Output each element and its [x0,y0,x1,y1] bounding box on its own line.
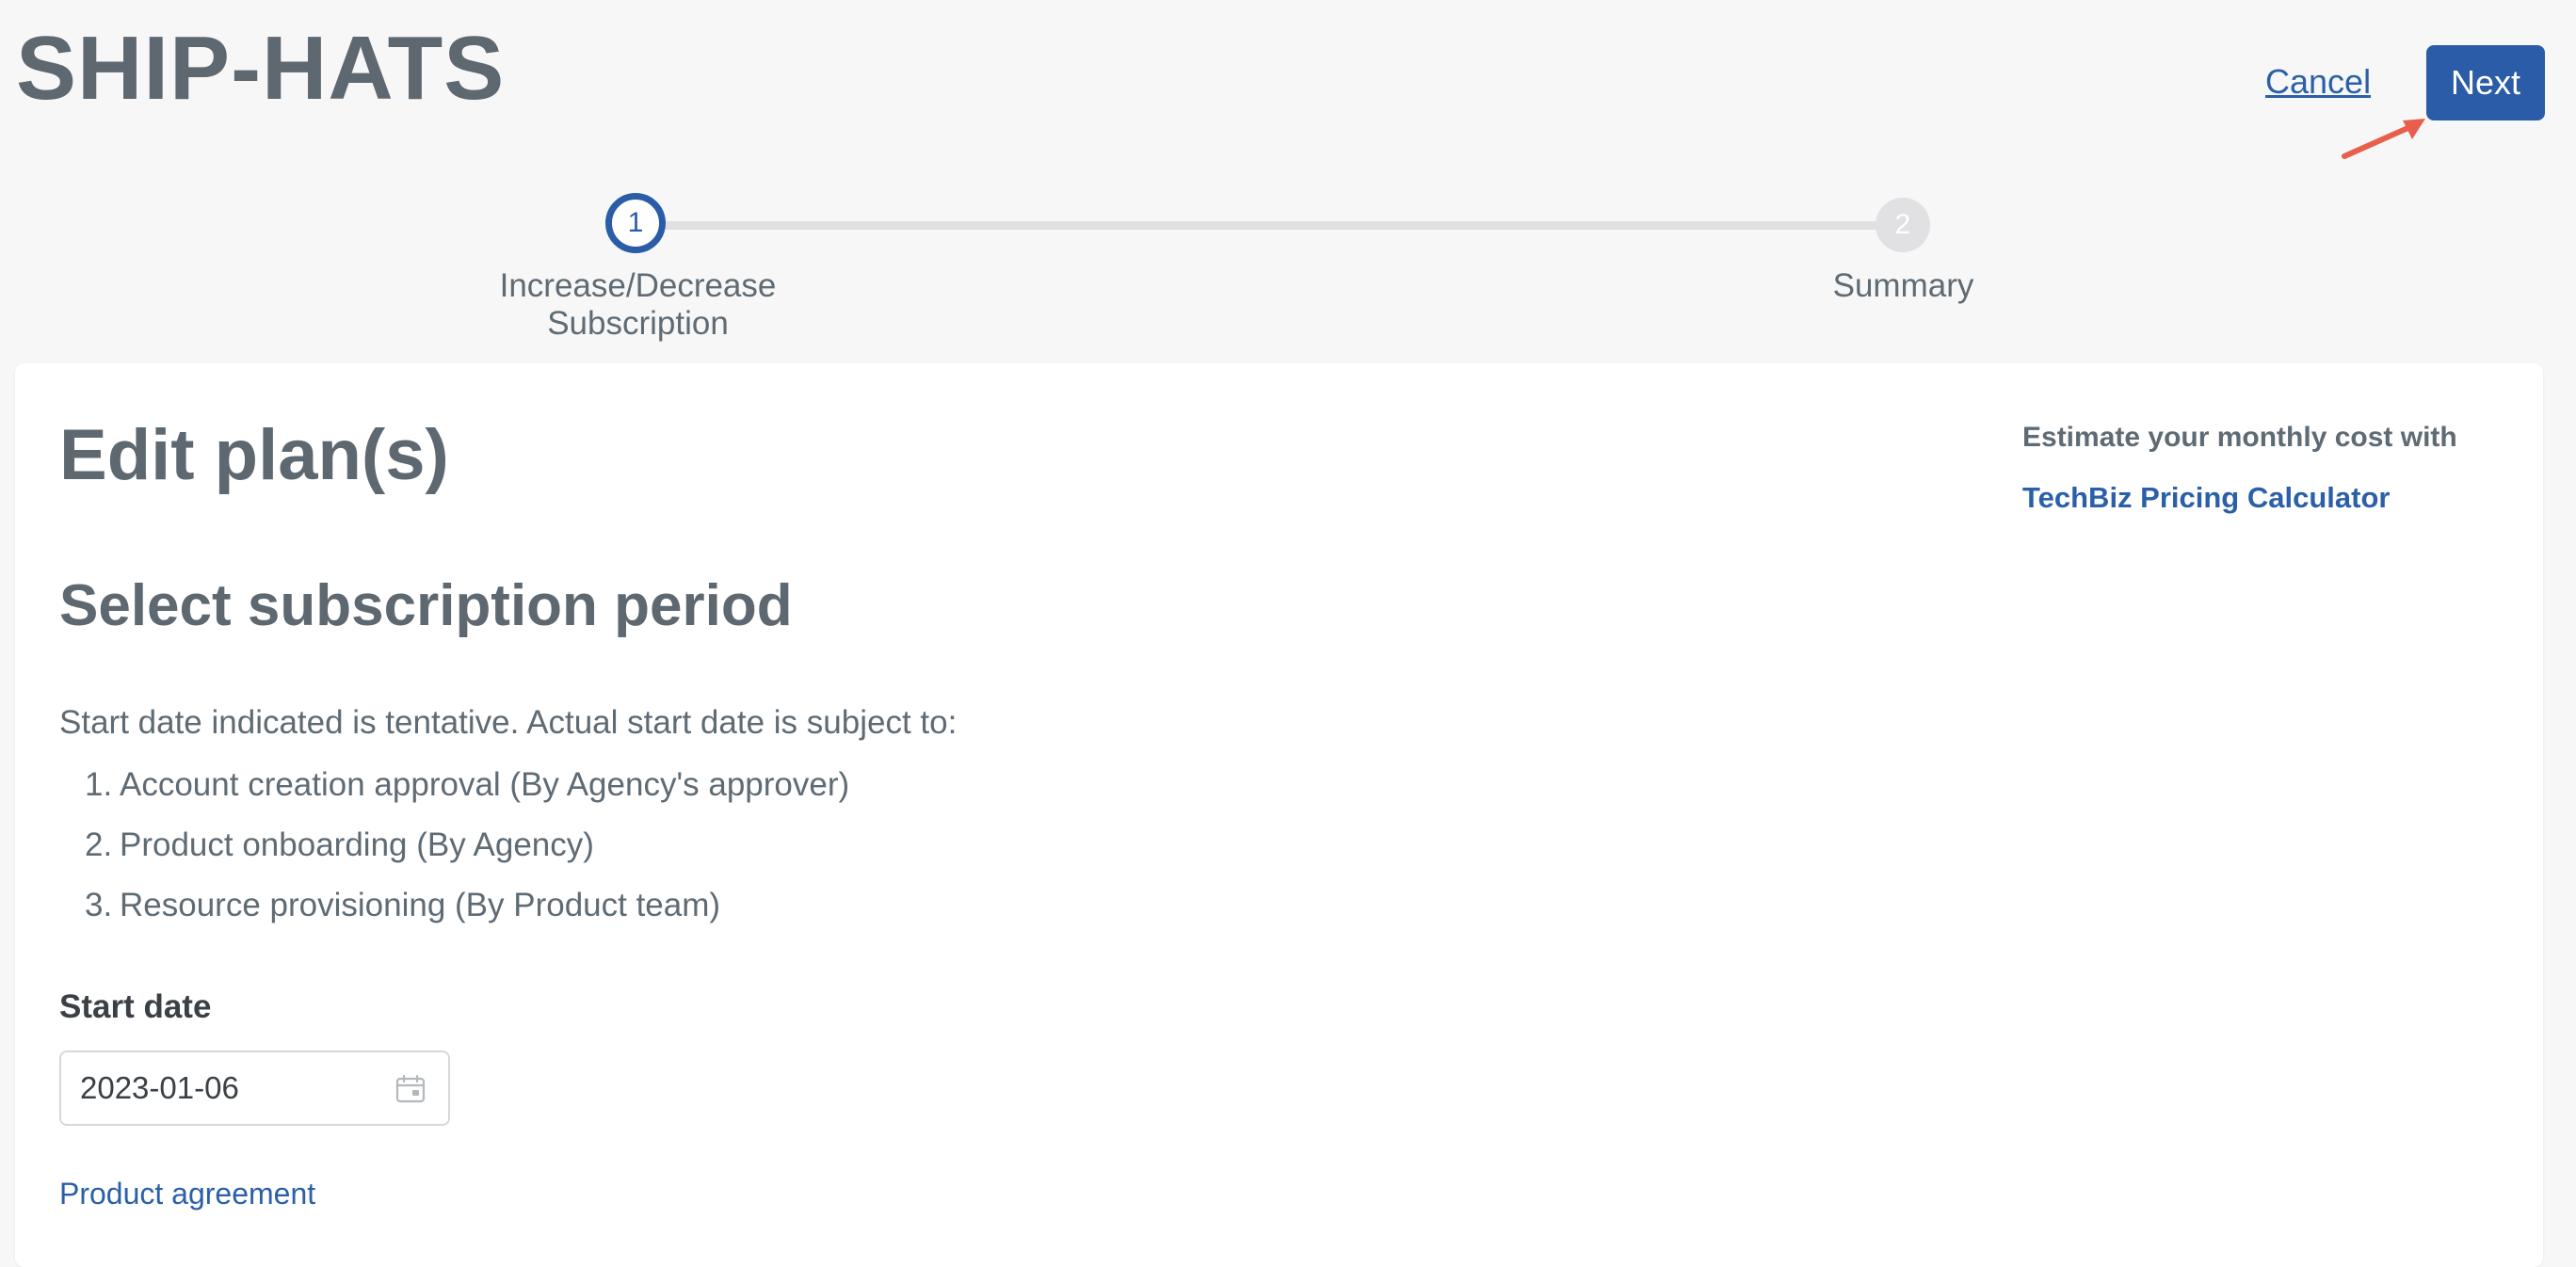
conditions-list: 1. Account creation approval (By Agency's… [85,764,849,945]
section-title: Select subscription period [59,573,793,638]
step-indicator-1: 1 [605,193,666,253]
list-item: 2. Product onboarding (By Agency) [85,825,849,885]
calendar-icon[interactable] [395,1075,426,1103]
step-label-1: Increase/Decrease Subscription [499,267,777,342]
step-label-2: Summary [1832,267,1974,304]
list-item-text: Account creation approval (By Agency's a… [120,766,850,803]
list-item-number: 2. [85,826,113,863]
list-item-number: 3. [85,887,113,923]
list-item: 3. Resource provisioning (By Product team… [85,885,849,945]
list-item-text: Resource provisioning (By Product team) [120,887,721,923]
list-item: 1. Account creation approval (By Agency's… [85,764,849,825]
step-indicator-2: 2 [1876,198,1930,252]
stepper-track [638,221,1903,230]
step-number-2: 2 [1894,209,1911,240]
next-button[interactable]: Next [2426,45,2545,120]
pricing-calculator-link[interactable]: TechBiz Pricing Calculator [2022,481,2390,515]
product-agreement-link[interactable]: Product agreement [59,1177,315,1211]
list-item-text: Product onboarding (By Agency) [120,826,594,863]
step-number-1: 1 [627,207,644,238]
start-date-field[interactable] [59,1050,450,1126]
cancel-link[interactable]: Cancel [2265,62,2371,102]
app-title: SHIP-HATS [16,18,506,119]
intro-text: Start date indicated is tentative. Actua… [59,704,958,741]
page-title: Edit plan(s) [59,415,449,495]
start-date-input[interactable] [80,1052,362,1124]
list-item-number: 1. [85,766,113,803]
estimate-text: Estimate your monthly cost with [2022,422,2457,453]
annotation-arrow-icon [2342,119,2425,159]
start-date-label: Start date [59,988,212,1025]
